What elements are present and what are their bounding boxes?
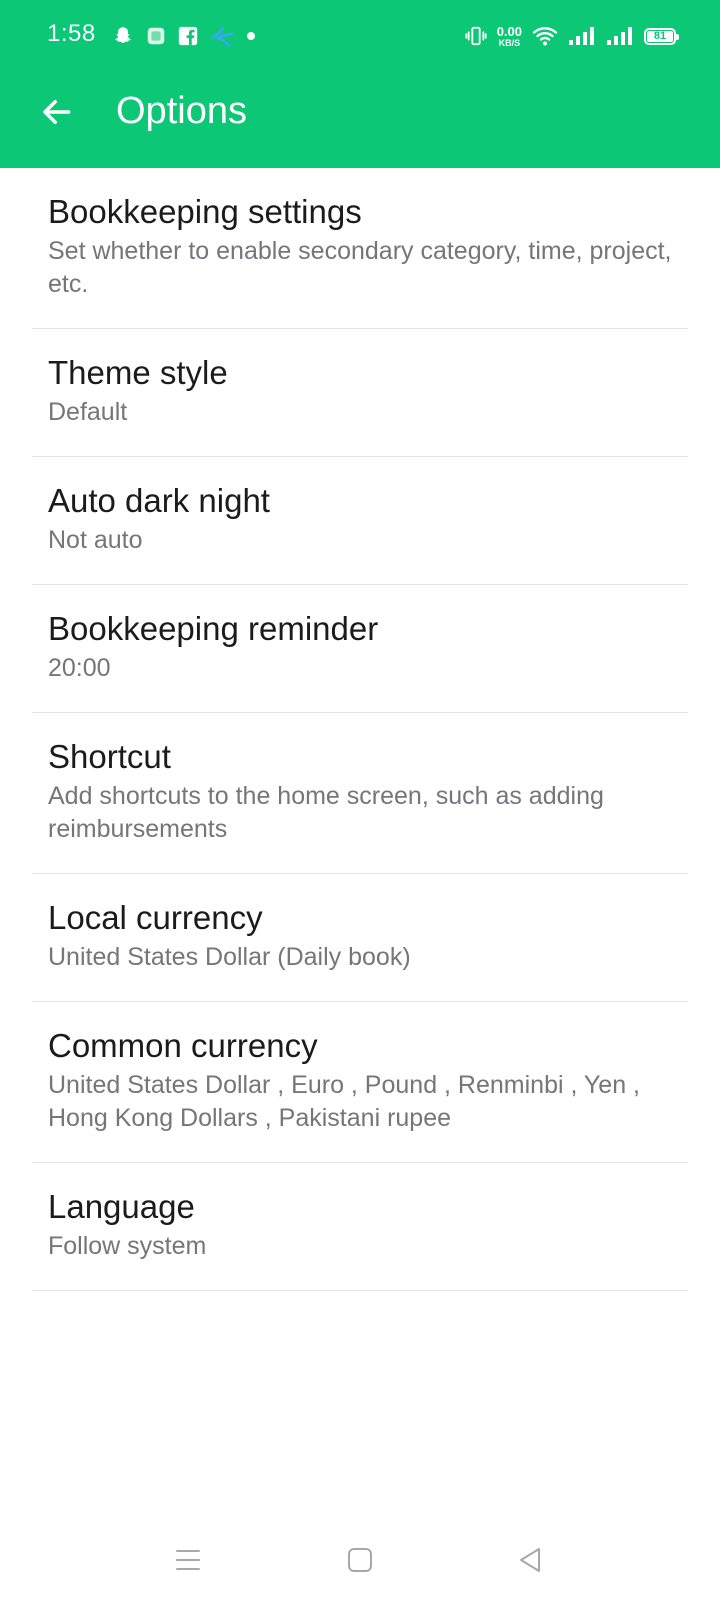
gallery-icon bbox=[145, 25, 167, 47]
option-shortcut[interactable]: Shortcut Add shortcuts to the home scree… bbox=[32, 713, 688, 874]
home-icon bbox=[348, 1548, 372, 1572]
option-theme-style[interactable]: Theme style Default bbox=[32, 329, 688, 457]
snapchat-icon bbox=[112, 25, 134, 47]
telenor-icon bbox=[209, 25, 235, 47]
system-nav-bar bbox=[0, 1520, 720, 1600]
status-time: 1:58 bbox=[47, 20, 96, 47]
option-title: Common currency bbox=[48, 1027, 318, 1064]
option-subtitle: Default bbox=[48, 398, 128, 426]
options-screen: 1:58 0.00 KB/S 81 Options Bookkeeping se… bbox=[0, 0, 720, 1600]
option-subtitle: Add shortcuts to the home screen, such a… bbox=[48, 782, 604, 843]
nav-home-button[interactable] bbox=[338, 1538, 382, 1582]
options-list: Bookkeeping settings Set whether to enab… bbox=[32, 168, 688, 1291]
battery-icon: 81 bbox=[644, 27, 679, 45]
option-local-currency[interactable]: Local currency United States Dollar (Dai… bbox=[32, 874, 688, 1002]
option-title: Local currency bbox=[48, 899, 263, 936]
nav-back-button[interactable] bbox=[508, 1538, 552, 1582]
option-subtitle: United States Dollar , Euro , Pound , Re… bbox=[48, 1071, 641, 1132]
signal-icon bbox=[568, 26, 596, 46]
option-title: Bookkeeping reminder bbox=[48, 610, 379, 647]
option-bookkeeping-settings[interactable]: Bookkeeping settings Set whether to enab… bbox=[32, 168, 688, 329]
option-title: Theme style bbox=[48, 354, 228, 391]
net-speed: 0.00 KB/S bbox=[497, 25, 522, 48]
battery-level: 81 bbox=[653, 30, 667, 42]
signal-icon bbox=[606, 26, 634, 46]
option-title: Shortcut bbox=[48, 738, 171, 775]
back-icon bbox=[520, 1548, 540, 1572]
status-right-icons: 0.00 KB/S 81 bbox=[465, 20, 679, 52]
option-subtitle: Not auto bbox=[48, 526, 143, 554]
option-subtitle: Follow system bbox=[48, 1232, 207, 1260]
page-title: Options bbox=[116, 90, 247, 132]
menu-icon bbox=[176, 1550, 200, 1570]
vibrate-icon bbox=[465, 25, 487, 47]
option-subtitle: Set whether to enable secondary category… bbox=[48, 237, 672, 298]
toolbar: Options bbox=[0, 72, 720, 168]
option-title: Bookkeeping settings bbox=[48, 193, 362, 230]
back-button[interactable] bbox=[30, 86, 82, 138]
notification-dot-icon bbox=[246, 31, 256, 41]
option-common-currency[interactable]: Common currency United States Dollar , E… bbox=[32, 1002, 688, 1163]
option-subtitle: United States Dollar (Daily book) bbox=[48, 943, 411, 971]
status-bar: 1:58 0.00 KB/S 81 bbox=[0, 0, 720, 72]
option-bookkeeping-reminder[interactable]: Bookkeeping reminder 20:00 bbox=[32, 585, 688, 713]
facebook-icon bbox=[178, 26, 198, 46]
option-title: Auto dark night bbox=[48, 482, 270, 519]
option-title: Language bbox=[48, 1188, 195, 1225]
option-subtitle: 20:00 bbox=[48, 654, 111, 682]
status-left-icons bbox=[112, 22, 256, 50]
option-auto-dark-night[interactable]: Auto dark night Not auto bbox=[32, 457, 688, 585]
option-language[interactable]: Language Follow system bbox=[32, 1163, 688, 1291]
arrow-back-icon bbox=[43, 99, 71, 125]
net-speed-value: 0.00 bbox=[496, 23, 522, 39]
nav-recents-button[interactable] bbox=[166, 1538, 210, 1582]
net-speed-unit: KB/S bbox=[498, 37, 521, 48]
wifi-icon bbox=[532, 25, 558, 47]
app-header: 1:58 0.00 KB/S 81 Options bbox=[0, 0, 720, 168]
